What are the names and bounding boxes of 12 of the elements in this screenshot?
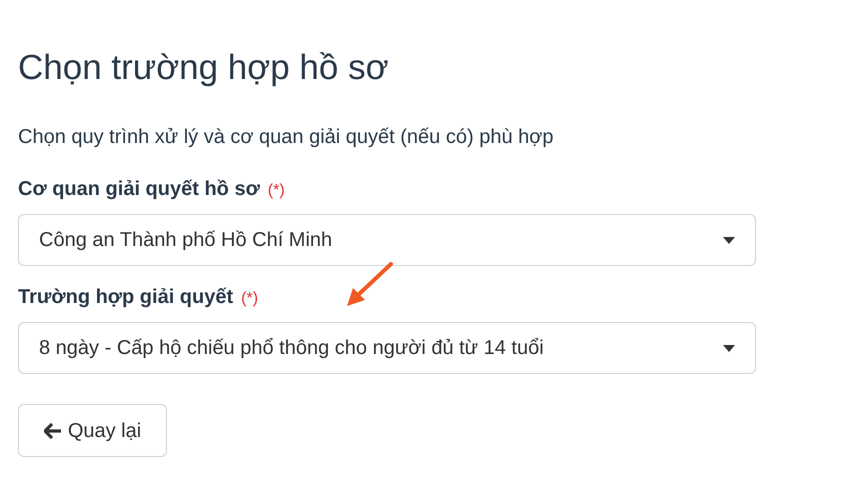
field-label: Trường hợp giải quyết (18, 285, 234, 310)
page-title: Chọn trường hợp hồ sơ (18, 47, 389, 89)
page-subtitle: Chọn quy trình xử lý và cơ quan giải quyết (nếu có) phù hợp (18, 125, 554, 150)
arrow-left-icon (44, 422, 62, 438)
back-button[interactable]: Quay lại (18, 404, 167, 457)
caret-icon (723, 236, 735, 244)
select-dropdown[interactable]: 8 ngày - Cấp hộ chiếu phổ thông cho người đủ từ 14 tuổi (18, 322, 756, 374)
required-mark: (*) (268, 181, 285, 201)
field-label: Cơ quan giải quyết hồ sơ (18, 177, 260, 202)
caret-icon (723, 344, 735, 352)
select-dropdown[interactable]: Công an Thành phố Hồ Chí Minh (18, 214, 756, 266)
required-mark: (*) (241, 289, 258, 309)
